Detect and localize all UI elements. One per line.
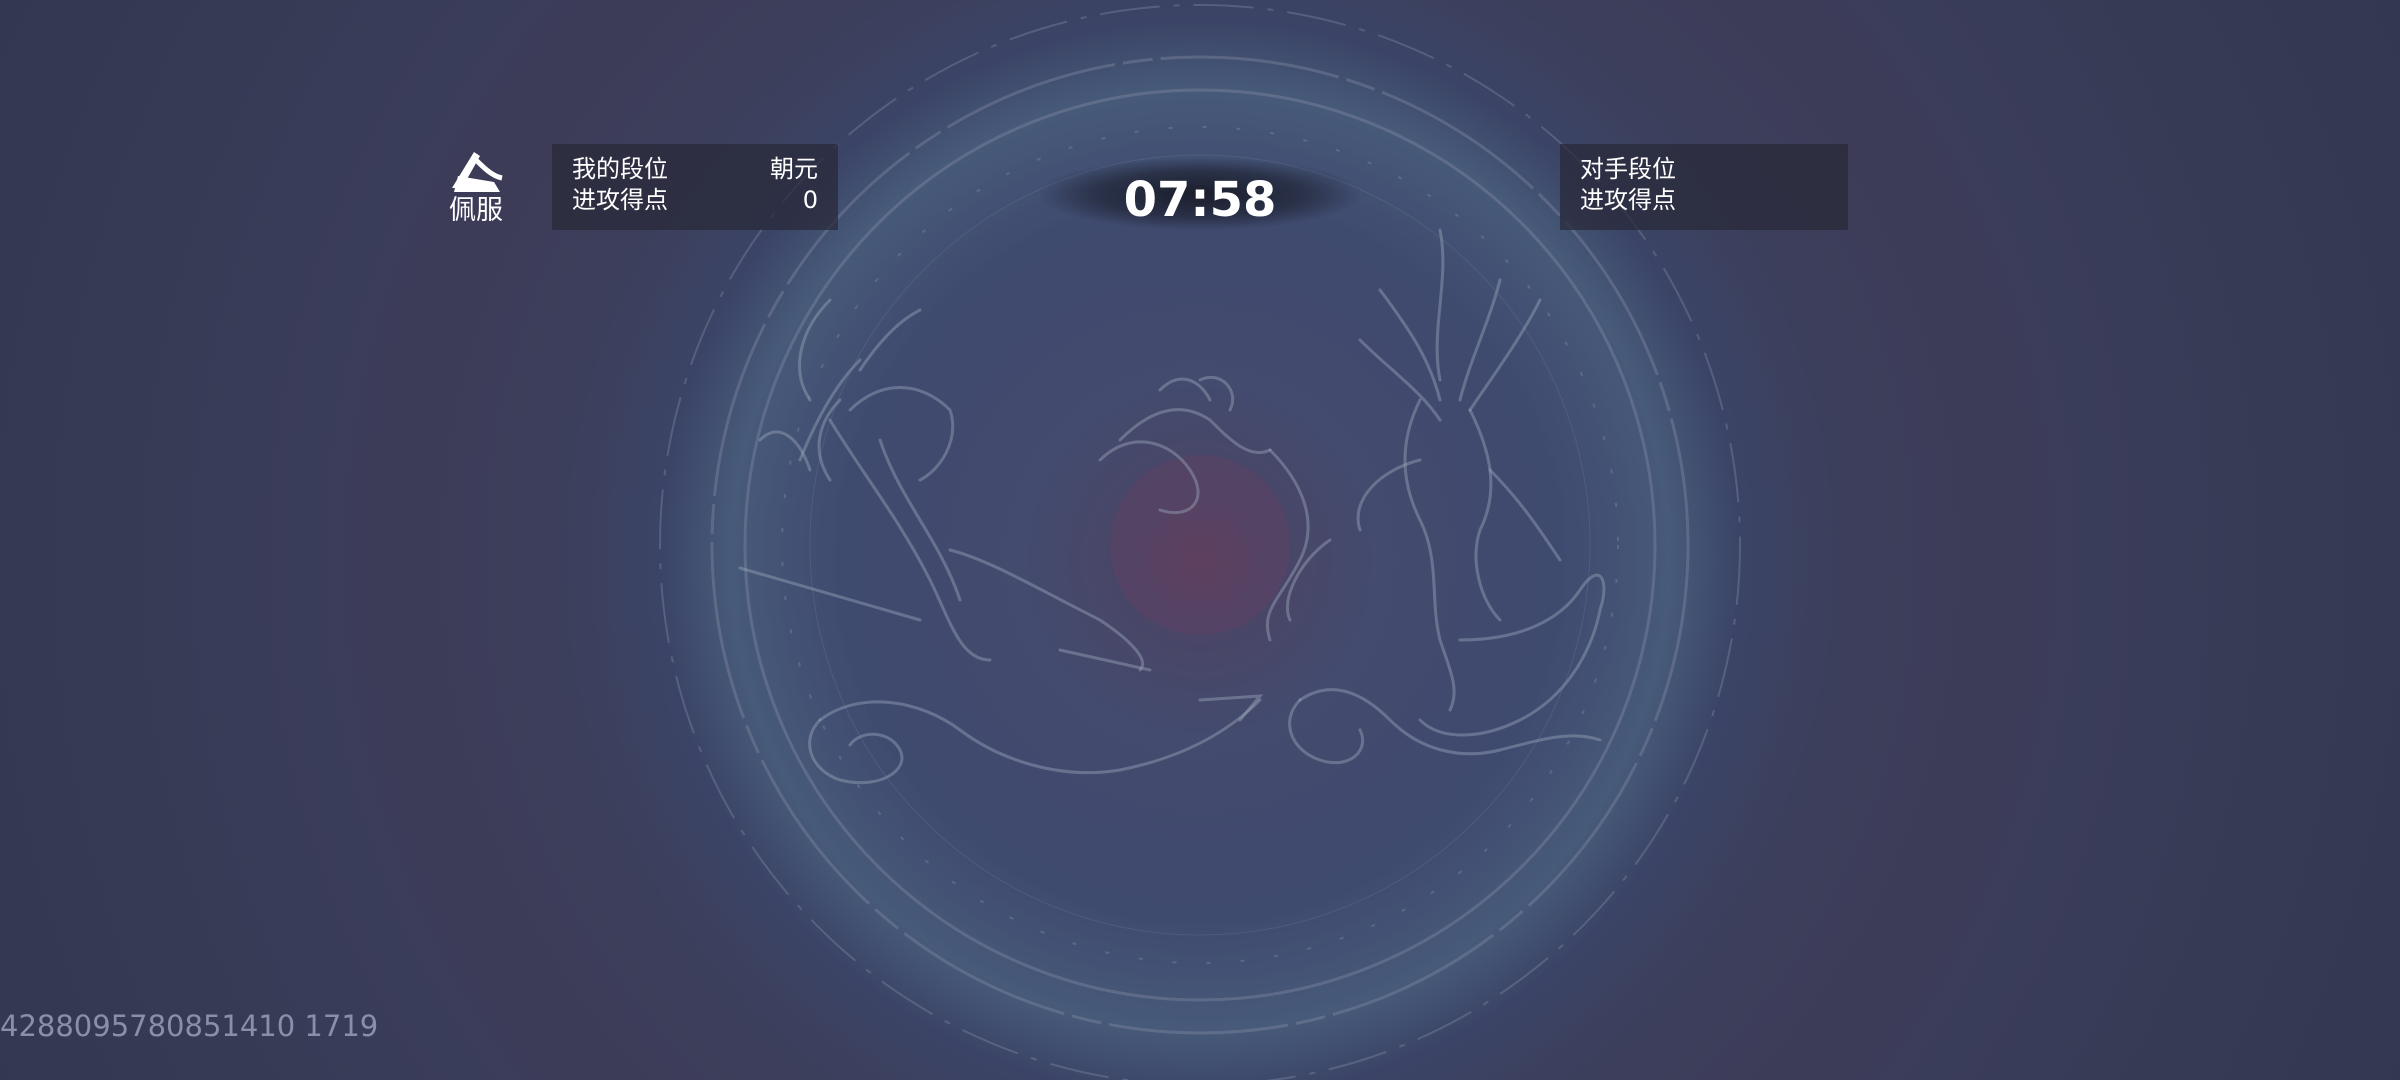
logo-text: 佩服	[449, 195, 503, 226]
opponent-score-label: 进攻得点	[1580, 186, 1676, 214]
my-rank-label: 我的段位	[572, 155, 668, 183]
my-score-row: 进攻得点 0	[572, 185, 818, 216]
my-rank-value: 朝元	[770, 155, 818, 183]
opponent-rank-label: 对手段位	[1580, 155, 1676, 183]
game-screen: 佩服 我的段位 朝元 进攻得点 0 07:58 对手段位 进攻得点 428809…	[0, 0, 2400, 1080]
my-rank-row: 我的段位 朝元	[572, 154, 818, 185]
player-uid: 4288095780851410 1719	[0, 1009, 379, 1043]
my-score-value: 0	[802, 186, 818, 214]
handshake-logo[interactable]: 佩服	[436, 148, 516, 232]
my-score-label: 进攻得点	[572, 186, 668, 214]
handshake-icon	[452, 152, 503, 192]
opponent-score-row: 进攻得点	[1580, 185, 1828, 216]
opponent-rank-panel: 对手段位 进攻得点	[1560, 144, 1848, 230]
my-rank-panel: 我的段位 朝元 进攻得点 0	[552, 144, 838, 230]
opponent-rank-row: 对手段位	[1580, 154, 1828, 185]
match-timer: 07:58	[1123, 172, 1277, 228]
